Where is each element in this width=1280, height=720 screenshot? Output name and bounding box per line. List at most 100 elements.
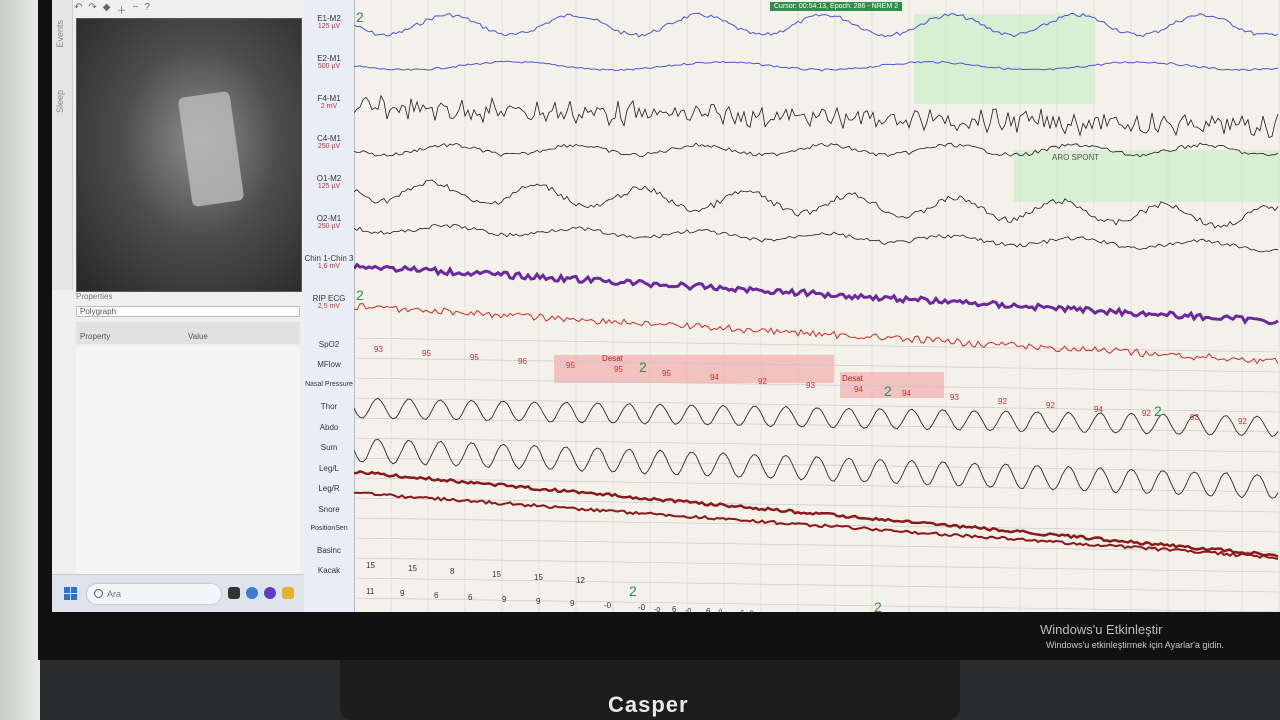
chat-icon[interactable]	[264, 587, 276, 599]
channel-label[interactable]: Chin 1-Chin 3 1,6 mV	[304, 254, 354, 270]
channel-label[interactable]: O2-M1 250 µV	[304, 214, 354, 230]
kacak-value: 6	[706, 607, 711, 612]
vertical-toolbar: Events Sleep	[52, 0, 73, 290]
left-pane: Events Sleep ↶ ↷ ◆ ＋ − ? Properties Poly…	[52, 0, 305, 612]
spo2-value: 95	[470, 353, 479, 362]
spo2-value: 95	[662, 369, 671, 378]
stage-mark: 2	[356, 287, 364, 303]
spo2-value: 92	[1142, 409, 1151, 418]
tab-events[interactable]: Events	[55, 20, 65, 48]
zoom-in-icon[interactable]: ＋	[116, 2, 126, 17]
redo-icon[interactable]: ↷	[88, 2, 96, 16]
channel-label[interactable]: F4-M1 2 mV	[304, 94, 354, 110]
stage-mark: 2	[1154, 403, 1162, 419]
trace-leg-r	[354, 491, 1279, 560]
activation-watermark-text: Windows'u etkinleştirmek için Ayarlar'a …	[1046, 640, 1224, 650]
resp-label[interactable]: MFlow	[304, 360, 354, 369]
basinc-value: 12	[576, 576, 585, 585]
zoom-out-icon[interactable]: −	[132, 2, 138, 16]
desat-event-label: Desat	[842, 374, 864, 383]
spo2-value: 96	[518, 357, 527, 366]
spo2-value: 94	[854, 385, 863, 394]
resp-label[interactable]: Thor	[304, 402, 354, 411]
kacak-value: -0	[604, 601, 612, 610]
resp-label[interactable]: Leg/R	[304, 484, 354, 493]
channel-label[interactable]: O1-M2 125 µV	[304, 174, 354, 190]
windows-start-icon[interactable]	[64, 587, 78, 601]
top-toolbar: ↶ ↷ ◆ ＋ − ?	[74, 2, 150, 17]
spo2-value: 94	[710, 373, 719, 382]
basinc-value: 15	[492, 570, 501, 579]
search-placeholder: Ara	[107, 589, 122, 599]
resp-label[interactable]: Abdo	[304, 423, 354, 432]
spo2-value: 93	[950, 393, 959, 402]
channel-divider	[354, 437, 1280, 453]
properties-dropdown[interactable]: Polygraph	[76, 306, 300, 317]
arousal-band	[914, 14, 1094, 104]
trace-o2-m1	[354, 224, 1279, 253]
spo2-value: 93	[374, 345, 383, 354]
undo-icon[interactable]: ↶	[74, 2, 82, 16]
kacak-value: 6	[740, 609, 745, 612]
channel-label[interactable]: RIP ECG 2,5 mV	[304, 294, 354, 310]
trace-e2-m1	[354, 60, 1279, 72]
kacak-value: 6	[468, 593, 473, 602]
basinc-value: 15	[534, 573, 543, 582]
kacak-value: 9	[570, 599, 575, 608]
monitor-brand: Casper	[608, 692, 689, 717]
stage-mark: 2	[356, 9, 364, 25]
folder-icon[interactable]	[282, 587, 294, 599]
file-icon[interactable]	[228, 587, 240, 599]
cursor-epoch-banner: Cursor: 00:54:13, Epoch: 286 - NREM 2	[770, 2, 903, 11]
spo2-value: 95	[614, 365, 623, 374]
taskbar-search[interactable]: Ara	[86, 583, 222, 605]
spo2-value: 92	[758, 377, 767, 386]
trace-chin	[354, 262, 1279, 326]
bed-shape	[177, 90, 245, 208]
kacak-value: -0	[747, 611, 753, 612]
channel-label[interactable]: E1-M2 125 µV	[304, 14, 354, 30]
stage-mark: 2	[874, 599, 882, 612]
resp-label[interactable]: Leg/L	[304, 464, 354, 473]
kacak-value: 6	[434, 591, 439, 600]
tab-sleep[interactable]: Sleep	[55, 90, 65, 113]
resp-label[interactable]: Basinc	[304, 546, 354, 555]
resp-label[interactable]: Snore	[304, 505, 354, 514]
resp-label[interactable]: SpO2	[304, 340, 354, 349]
resp-label[interactable]: Kacak	[304, 566, 354, 575]
screen: Events Sleep ↶ ↷ ◆ ＋ − ? Properties Poly…	[52, 0, 1280, 612]
spo2-value: 94	[1094, 405, 1103, 414]
kacak-value: 6	[672, 605, 677, 612]
spo2-value: 93	[806, 381, 815, 390]
trace-leg-l	[354, 470, 1279, 558]
basinc-value: 15	[366, 561, 375, 570]
spo2-value: 93	[1190, 413, 1199, 422]
channel-divider	[354, 577, 1280, 593]
edge-icon[interactable]	[246, 587, 258, 599]
help-icon[interactable]: ?	[144, 2, 150, 16]
taskbar: Ara	[52, 574, 304, 612]
channel-label[interactable]: E2-M1 500 µV	[304, 54, 354, 70]
monitor: Events Sleep ↶ ↷ ◆ ＋ − ? Properties Poly…	[38, 0, 1280, 660]
kacak-value: -0	[685, 608, 691, 612]
resp-label[interactable]: Nasal Pressure	[304, 381, 354, 388]
spo2-value: 95	[566, 361, 575, 370]
patient-video[interactable]	[76, 18, 302, 292]
trace-thor	[354, 397, 1279, 438]
channel-label[interactable]: C4-M1 250 µV	[304, 134, 354, 150]
desat-event-label: Desat	[602, 354, 624, 363]
resp-label[interactable]: PositionSen	[304, 525, 354, 532]
properties-header: Property Value	[76, 322, 300, 344]
kacak-value: 11	[366, 587, 375, 596]
col-property: Property	[80, 332, 111, 341]
pointer-icon[interactable]: ◆	[103, 2, 111, 16]
signal-traces[interactable]: 10050250-250302000DesatDesatARO SPONT939…	[354, 0, 1280, 612]
trace-sum	[354, 438, 1279, 499]
resp-label[interactable]: Sum	[304, 443, 354, 452]
channel-divider	[354, 417, 1280, 433]
desat-band	[554, 355, 834, 383]
spo2-value: 92	[1238, 417, 1247, 426]
kacak-value: -0	[716, 609, 722, 612]
basinc-value: 15	[408, 564, 417, 573]
basinc-value: 8	[450, 567, 455, 576]
